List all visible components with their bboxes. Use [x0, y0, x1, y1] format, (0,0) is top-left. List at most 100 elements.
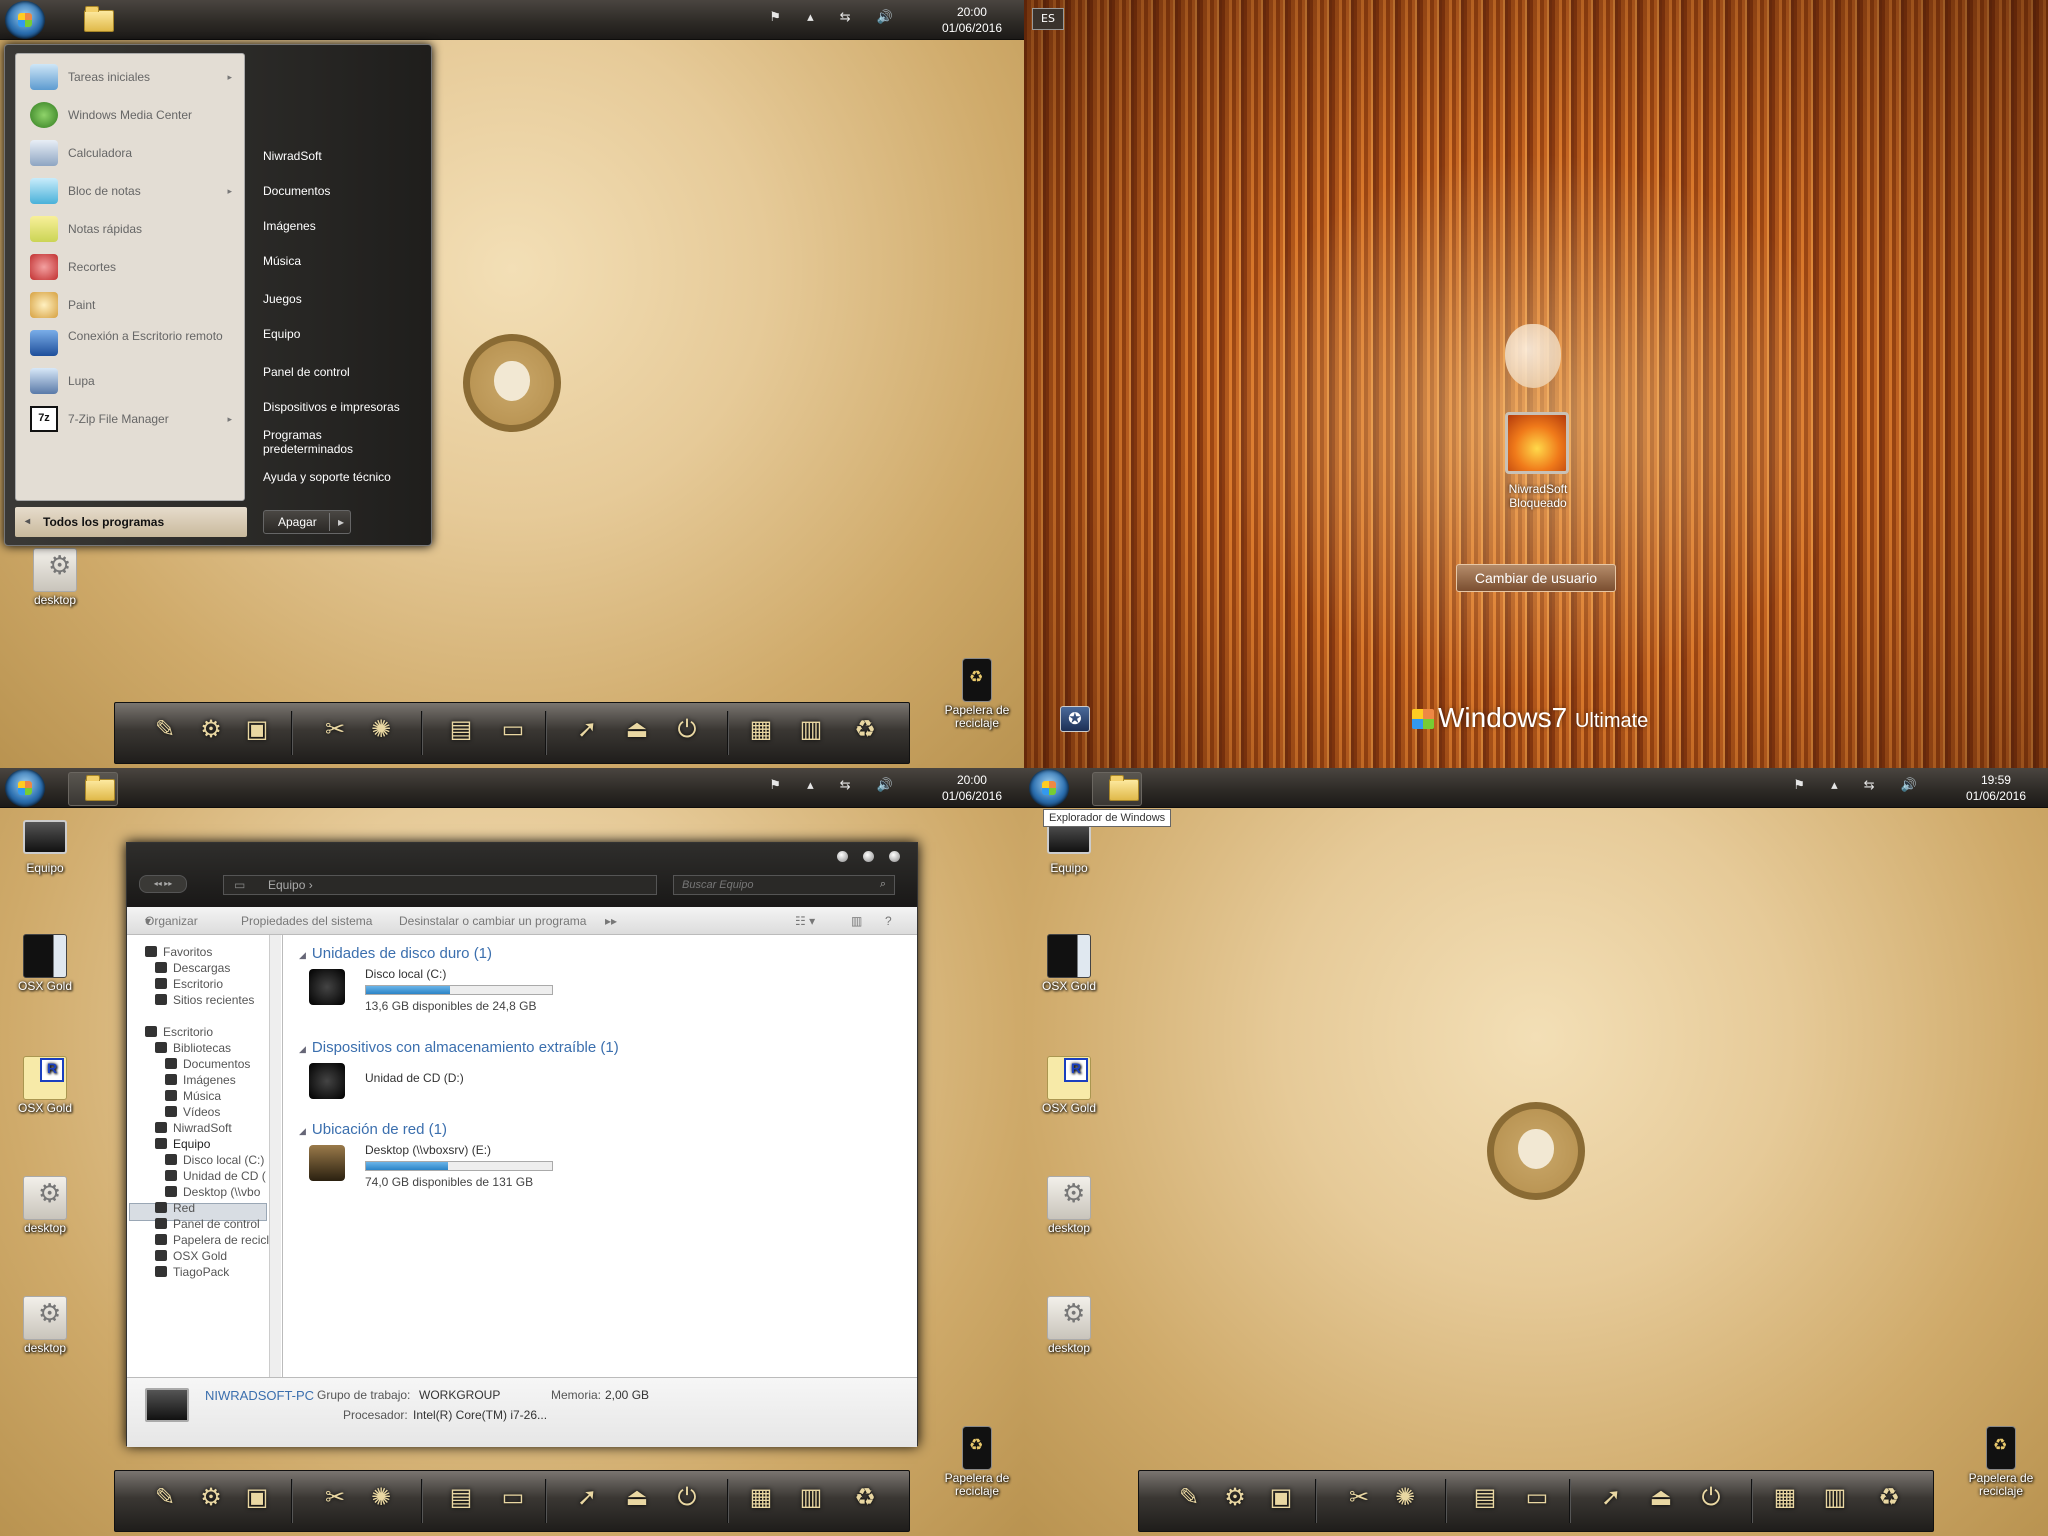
nav-escritorio[interactable]: Escritorio	[145, 1025, 213, 1039]
drive-icon[interactable]: ▤	[441, 709, 481, 749]
desktop-icon-osx-gold-2[interactable]: OSX Gold	[10, 1056, 80, 1115]
image-viewer-icon[interactable]: ▦	[741, 1477, 781, 1517]
drive-d[interactable]: Unidad de CD (D:)	[309, 1059, 559, 1103]
ease-of-access-icon[interactable]: ✪	[1060, 706, 1090, 732]
link-juegos[interactable]: Juegos	[263, 292, 302, 306]
nav-videos[interactable]: Vídeos	[165, 1105, 220, 1119]
explorer-taskbar-button[interactable]	[1092, 772, 1142, 806]
address-bar[interactable]: Equipo ›	[223, 875, 657, 895]
recycle-icon[interactable]: ♻	[845, 1477, 885, 1517]
system-tray[interactable]: ⚑ ▴ ⇆ 🔊	[769, 10, 904, 25]
nav-niwradsoft[interactable]: NiwradSoft	[155, 1121, 232, 1135]
nav-escritorio-fav[interactable]: Escritorio	[155, 977, 223, 991]
start-item-tareas-iniciales[interactable]: Tareas iniciales ▸	[26, 60, 236, 94]
documents-icon[interactable]: ✎	[145, 1477, 185, 1517]
help-icon[interactable]: ?	[885, 907, 892, 935]
link-equipo[interactable]: Equipo	[263, 327, 300, 341]
photo-icon[interactable]: ▣	[1261, 1477, 1301, 1517]
rocket-icon[interactable]: ➚	[567, 1477, 607, 1517]
search-input[interactable]: Buscar Equipo	[673, 875, 895, 895]
image-viewer-icon[interactable]: ▦	[1765, 1477, 1805, 1517]
airplay-icon[interactable]: ⏏	[617, 709, 657, 749]
explorer-taskbar-button[interactable]	[68, 772, 118, 806]
drive-e[interactable]: Desktop (\\vboxsrv) (E:) 74,0 GB disponi…	[309, 1141, 559, 1189]
start-item-escritorio-remoto[interactable]: Conexión a Escritorio remoto	[26, 326, 236, 360]
desktop-icon-osx-gold-1[interactable]: OSX Gold	[10, 934, 80, 993]
desktop-icon-recycle-bin[interactable]: Papelera de reciclaje	[942, 658, 1012, 730]
settings-gear-icon[interactable]: ⚙	[191, 709, 231, 749]
link-musica[interactable]: Música	[263, 254, 301, 268]
nav-panel-control[interactable]: Panel de control	[155, 1217, 260, 1231]
nav-papelera[interactable]: Papelera de recicl	[155, 1233, 269, 1247]
group-hard-drives[interactable]: Unidades de disco duro (1)	[299, 945, 492, 962]
desktop-icon-recycle-bin[interactable]: Papelera de reciclaje	[1966, 1426, 2036, 1498]
link-ayuda[interactable]: Ayuda y soporte técnico	[263, 470, 391, 484]
system-properties-button[interactable]: Propiedades del sistema	[241, 907, 372, 935]
nav-imagenes[interactable]: Imágenes	[165, 1073, 236, 1087]
clock[interactable]: 20:00 01/06/2016	[942, 4, 1002, 36]
film-reel-icon[interactable]: ✺	[361, 709, 401, 749]
more-commands-icon[interactable]: ▸▸	[605, 907, 617, 935]
organize-button[interactable]: Organizar ▾	[145, 907, 198, 935]
link-dispositivos[interactable]: Dispositivos e impresoras	[263, 400, 400, 414]
rocket-icon[interactable]: ➚	[1591, 1477, 1631, 1517]
monitor-icon[interactable]: ▭	[1517, 1477, 1557, 1517]
nav-desktop-vbox[interactable]: Desktop (\\vbo	[165, 1185, 260, 1199]
photo-icon[interactable]: ▣	[237, 709, 277, 749]
back-forward-buttons[interactable]: ◂◂ ▸▸	[139, 875, 187, 893]
link-imagenes[interactable]: Imágenes	[263, 219, 316, 233]
nav-disco-local[interactable]: Disco local (C:)	[165, 1153, 264, 1167]
nav-red[interactable]: Red	[155, 1201, 195, 1215]
nav-musica[interactable]: Música	[165, 1089, 221, 1103]
tools-icon[interactable]: ✂	[315, 1477, 355, 1517]
system-tray[interactable]: ⚑ ▴ ⇆ 🔊	[769, 778, 904, 793]
start-item-paint[interactable]: Paint	[26, 288, 236, 322]
minimize-button[interactable]	[837, 851, 848, 862]
nav-documentos[interactable]: Documentos	[165, 1057, 250, 1071]
desktop-icon-equipo[interactable]: Equipo	[10, 820, 80, 875]
clock[interactable]: 19:59 01/06/2016	[1966, 772, 2026, 804]
start-button[interactable]	[5, 769, 45, 807]
desktop-icon-osx-gold-2[interactable]: OSX Gold	[1034, 1056, 1104, 1115]
language-button[interactable]: ES	[1032, 8, 1064, 30]
film-reel-icon[interactable]: ✺	[1385, 1477, 1425, 1517]
film-reel-icon[interactable]: ✺	[361, 1477, 401, 1517]
tools-icon[interactable]: ✂	[1339, 1477, 1379, 1517]
desktop-icon-desktop-1[interactable]: desktop	[10, 1176, 80, 1235]
power-icon[interactable]: ⏻	[667, 709, 707, 749]
nav-descargas[interactable]: Descargas	[155, 961, 230, 975]
airplay-icon[interactable]: ⏏	[1641, 1477, 1681, 1517]
nav-scrollbar[interactable]	[269, 935, 281, 1377]
nav-osx-gold[interactable]: OSX Gold	[155, 1249, 227, 1263]
maximize-button[interactable]	[863, 851, 874, 862]
photo-icon[interactable]: ▣	[237, 1477, 277, 1517]
nav-unidad-cd[interactable]: Unidad de CD (	[165, 1169, 266, 1183]
all-programs-button[interactable]: Todos los programas	[15, 507, 247, 537]
nav-bibliotecas[interactable]: Bibliotecas	[155, 1041, 231, 1055]
desktop-icon-recycle-bin[interactable]: Papelera de reciclaje	[942, 1426, 1012, 1498]
preview-pane-icon[interactable]: ▥	[851, 907, 862, 935]
window-manager-icon[interactable]: ▥	[791, 709, 831, 749]
view-options-icon[interactable]: ☷ ▾	[795, 907, 815, 935]
window-manager-icon[interactable]: ▥	[791, 1477, 831, 1517]
start-item-recortes[interactable]: Recortes	[26, 250, 236, 284]
shutdown-button[interactable]: Apagar	[263, 510, 351, 534]
explorer-taskbar-button[interactable]	[68, 4, 118, 38]
switch-user-button[interactable]: Cambiar de usuario	[1456, 564, 1616, 592]
recycle-icon[interactable]: ♻	[1869, 1477, 1909, 1517]
system-tray[interactable]: ⚑ ▴ ⇆ 🔊	[1793, 778, 1928, 793]
nav-tiagopack[interactable]: TiagoPack	[155, 1265, 229, 1279]
desktop-icon-desktop[interactable]: desktop	[20, 548, 90, 607]
drive-c[interactable]: Disco local (C:) 13,6 GB disponibles de …	[309, 965, 559, 1013]
tools-icon[interactable]: ✂	[315, 709, 355, 749]
recycle-icon[interactable]: ♻	[845, 709, 885, 749]
airplay-icon[interactable]: ⏏	[617, 1477, 657, 1517]
settings-gear-icon[interactable]: ⚙	[1215, 1477, 1255, 1517]
uninstall-program-button[interactable]: Desinstalar o cambiar un programa	[399, 907, 586, 935]
desktop-icon-osx-gold-1[interactable]: OSX Gold	[1034, 934, 1104, 993]
nav-equipo[interactable]: Equipo	[155, 1137, 210, 1151]
desktop-icon-desktop-1[interactable]: desktop	[1034, 1176, 1104, 1235]
nav-sitios-recientes[interactable]: Sitios recientes	[155, 993, 254, 1007]
desktop-icon-desktop-2[interactable]: desktop	[1034, 1296, 1104, 1355]
group-network[interactable]: Ubicación de red (1)	[299, 1121, 447, 1138]
